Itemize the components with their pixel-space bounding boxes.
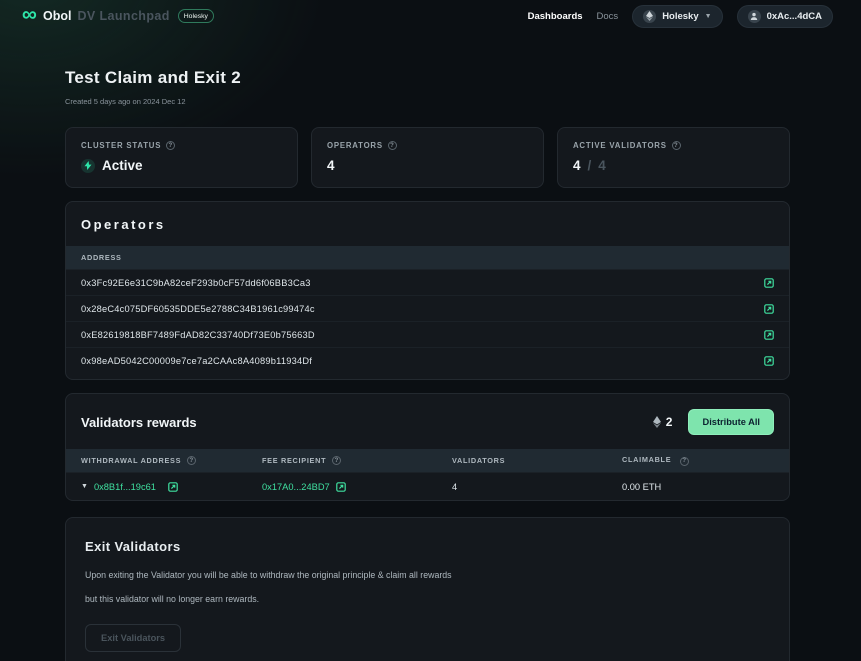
expand-row-chevron-icon[interactable] bbox=[81, 483, 88, 490]
external-link-icon[interactable] bbox=[764, 356, 774, 366]
operators-count: 4 bbox=[327, 158, 335, 173]
active-validators-label: ACTIVE VALIDATORS bbox=[573, 141, 667, 150]
exit-validators-button[interactable]: Exit Validators bbox=[85, 624, 181, 652]
address-column-header: ADDRESS bbox=[81, 253, 122, 262]
account-address-label: 0xAc...4dCA bbox=[767, 11, 822, 22]
external-link-icon[interactable] bbox=[764, 304, 774, 314]
main-content: Test Claim and Exit 2 Created 5 days ago… bbox=[65, 68, 790, 661]
table-row: 0xE82619818BF7489FdAD82C33740Df73E0b7566… bbox=[66, 321, 789, 347]
network-selector-button[interactable]: Holesky ▼ bbox=[632, 5, 722, 28]
operator-address: 0x98eAD5042C00009e7ce7a2CAAc8A4089b11934… bbox=[81, 356, 764, 366]
validators-rewards-panel: Validators rewards 2 Distribute All WITH… bbox=[65, 393, 790, 501]
page-subtitle: Created 5 days ago on 2024 Dec 12 bbox=[65, 97, 790, 106]
exit-panel-description-line1: Upon exiting the Validator you will be a… bbox=[85, 570, 770, 580]
claimable-eth-count: 2 bbox=[666, 415, 673, 429]
help-icon[interactable] bbox=[388, 141, 397, 150]
operators-label: OPERATORS bbox=[327, 141, 383, 150]
chevron-down-icon: ▼ bbox=[705, 13, 712, 20]
eth-diamond-icon bbox=[653, 416, 661, 428]
fee-recipient-link[interactable]: 0x17A0...24BD7 bbox=[262, 482, 330, 492]
operator-address: 0x3Fc92E6e31C9bA82ceF293b0cF57dd6f06BB3C… bbox=[81, 278, 764, 288]
table-row: 0x98eAD5042C00009e7ce7a2CAAc8A4089b11934… bbox=[66, 347, 789, 373]
help-icon[interactable] bbox=[166, 141, 175, 150]
operators-card: OPERATORS 4 bbox=[311, 127, 544, 188]
help-icon[interactable] bbox=[332, 456, 341, 465]
cluster-status-value: Active bbox=[102, 158, 143, 173]
page-title: Test Claim and Exit 2 bbox=[65, 68, 790, 88]
top-navigation-bar: ∞ Obol DV Launchpad Holesky Dashboards D… bbox=[0, 0, 861, 32]
operators-panel: Operators ADDRESS 0x3Fc92E6e31C9bA82ceF2… bbox=[65, 201, 790, 380]
fee-recipient-column-header: FEE RECIPIENT bbox=[262, 456, 326, 465]
withdrawal-address-column-header: WITHDRAWAL ADDRESS bbox=[81, 456, 181, 465]
active-validators-count: 4 bbox=[573, 158, 581, 173]
rewards-table-header: WITHDRAWAL ADDRESS FEE RECIPIENT VALIDAT… bbox=[66, 449, 789, 472]
active-validators-separator: / bbox=[588, 158, 592, 173]
account-button[interactable]: 0xAc...4dCA bbox=[737, 5, 833, 28]
stat-cards: CLUSTER STATUS Active OPERATORS 4 ACTIVE… bbox=[65, 127, 790, 188]
cluster-status-card: CLUSTER STATUS Active bbox=[65, 127, 298, 188]
validators-column-header: VALIDATORS bbox=[452, 456, 622, 465]
external-link-icon[interactable] bbox=[336, 482, 346, 492]
network-badge: Holesky bbox=[178, 9, 214, 23]
active-status-icon bbox=[81, 159, 95, 173]
network-selector-label: Holesky bbox=[662, 11, 698, 22]
distribute-all-button[interactable]: Distribute All bbox=[688, 409, 774, 435]
cluster-status-label: CLUSTER STATUS bbox=[81, 141, 161, 150]
exit-panel-title: Exit Validators bbox=[85, 539, 770, 554]
exit-validators-panel: Exit Validators Upon exiting the Validat… bbox=[65, 517, 790, 661]
rewards-panel-title: Validators rewards bbox=[81, 415, 197, 430]
claimable-column-header: CLAIMABLE bbox=[622, 455, 671, 464]
operators-panel-title: Operators bbox=[81, 217, 166, 232]
rewards-table-row: 0x8B1f...19c61 0x17A0...24BD7 4 0.00 ETH bbox=[66, 472, 789, 500]
claimable-amount-cell: 0.00 ETH bbox=[622, 482, 774, 492]
nav-dashboards[interactable]: Dashboards bbox=[528, 11, 583, 22]
nav-docs[interactable]: Docs bbox=[597, 11, 619, 22]
help-icon[interactable] bbox=[680, 457, 689, 466]
ethereum-network-icon bbox=[643, 10, 656, 23]
external-link-icon[interactable] bbox=[764, 330, 774, 340]
active-validators-card: ACTIVE VALIDATORS 4 / 4 bbox=[557, 127, 790, 188]
operator-address: 0xE82619818BF7489FdAD82C33740Df73E0b7566… bbox=[81, 330, 764, 340]
validators-count-cell: 4 bbox=[452, 482, 622, 492]
active-validators-total: 4 bbox=[598, 158, 606, 173]
help-icon[interactable] bbox=[187, 456, 196, 465]
withdrawal-address-link[interactable]: 0x8B1f...19c61 bbox=[94, 482, 156, 492]
obol-logo-icon: ∞ bbox=[22, 4, 37, 25]
table-row: 0x28eC4c075DF60535DDE5e2788C34B1961c9947… bbox=[66, 295, 789, 321]
external-link-icon[interactable] bbox=[168, 482, 178, 492]
operators-table-header: ADDRESS bbox=[66, 246, 789, 269]
exit-panel-description-line2: but this validator will no longer earn r… bbox=[85, 594, 770, 604]
top-nav-links: Dashboards Docs Holesky ▼ 0xAc...4dCA bbox=[528, 5, 833, 28]
account-avatar-icon bbox=[748, 10, 761, 23]
operator-address: 0x28eC4c075DF60535DDE5e2788C34B1961c9947… bbox=[81, 304, 764, 314]
brand: ∞ Obol DV Launchpad Holesky bbox=[22, 7, 214, 25]
brand-product: DV Launchpad bbox=[77, 9, 169, 23]
table-row: 0x3Fc92E6e31C9bA82ceF293b0cF57dd6f06BB3C… bbox=[66, 269, 789, 295]
brand-name: Obol bbox=[43, 9, 71, 23]
external-link-icon[interactable] bbox=[764, 278, 774, 288]
help-icon[interactable] bbox=[672, 141, 681, 150]
